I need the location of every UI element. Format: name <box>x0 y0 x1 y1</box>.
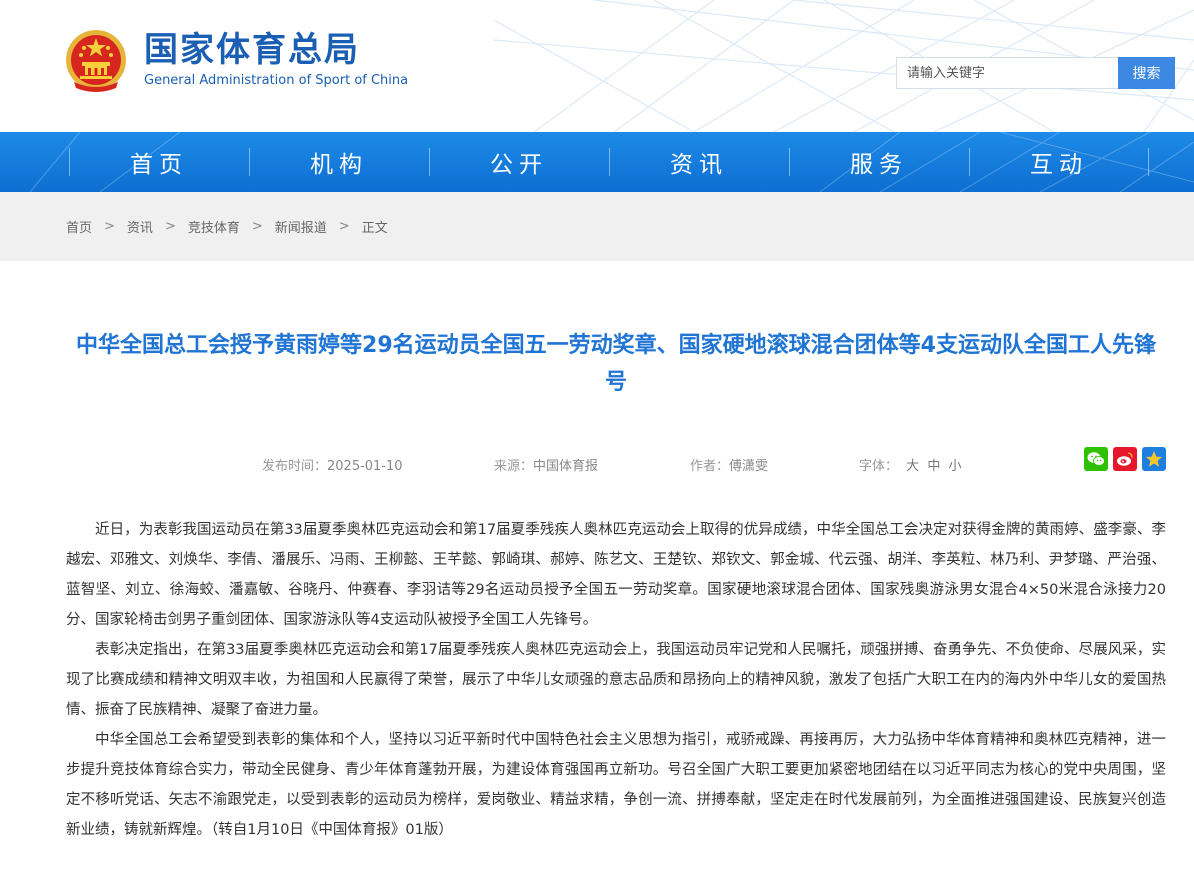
national-emblem-icon <box>66 30 126 92</box>
font-size-label: 字体： <box>859 459 899 474</box>
author-label: 作者： <box>690 459 730 474</box>
breadcrumb-home[interactable]: 首页 <box>66 217 92 236</box>
breadcrumb-separator: > <box>164 219 176 234</box>
nav-label: 资讯 <box>670 152 728 178</box>
share-buttons <box>1084 447 1166 471</box>
publish-date: 2025-01-10 <box>327 459 403 474</box>
breadcrumb-separator: > <box>251 219 263 234</box>
article-meta: 发布时间：2025-01-10 来源：中国体育报 作者：傅潇雯 字体： 大 中 … <box>66 443 1166 483</box>
breadcrumb-separator: > <box>104 219 115 234</box>
search-input[interactable] <box>896 57 1118 89</box>
author-name: 傅潇雯 <box>729 459 769 474</box>
breadcrumb-current: 正文 <box>361 221 388 236</box>
article-paragraph: 表彰决定指出，在第33届夏季奥林匹克运动会和第17届夏季残疾人奥林匹克运动会上，… <box>66 642 1166 718</box>
nav-label: 公开 <box>490 152 548 178</box>
nav-label: 机构 <box>310 152 368 178</box>
nav-label: 服务 <box>850 152 908 178</box>
search-bar: 搜索 <box>896 57 1175 89</box>
font-size-control: 字体： 大 中 小 <box>859 455 961 474</box>
article-paragraph: 中华全国总工会希望受到表彰的集体和个人，坚持以习近平新时代中国特色社会主义思想为… <box>66 732 1166 838</box>
weibo-icon[interactable] <box>1113 447 1137 471</box>
nav-item-organization[interactable]: 机构 <box>249 132 429 192</box>
author-info: 作者：傅潇雯 <box>690 455 768 474</box>
nav-item-interaction[interactable]: 互动 <box>969 132 1149 192</box>
publish-label: 发布时间： <box>262 459 328 474</box>
font-size-small[interactable]: 小 <box>948 459 961 474</box>
publish-info: 发布时间：2025-01-10 <box>262 455 403 474</box>
wechat-icon[interactable] <box>1084 447 1108 471</box>
nav-label: 首页 <box>130 152 188 178</box>
nav-item-public[interactable]: 公开 <box>429 132 609 192</box>
font-size-medium[interactable]: 中 <box>927 459 940 474</box>
site-title-en: General Administration of Sport of China <box>144 73 409 88</box>
breadcrumb-news-reports[interactable]: 新闻报道 <box>275 217 327 236</box>
favorite-star-icon[interactable] <box>1142 447 1166 471</box>
main-navigation: 首页 机构 公开 资讯 服务 互动 <box>0 132 1194 192</box>
breadcrumb-news[interactable]: 资讯 <box>127 217 153 236</box>
search-button[interactable]: 搜索 <box>1118 57 1175 89</box>
nav-item-news[interactable]: 资讯 <box>609 132 789 192</box>
article: 中华全国总工会授予黄雨婷等29名运动员全国五一劳动奖章、国家硬地滚球混合团体等4… <box>0 327 1194 845</box>
font-size-large[interactable]: 大 <box>906 459 919 474</box>
site-title-cn: 国家体育总局 <box>144 30 360 70</box>
breadcrumb: 首页 > 资讯 > 竞技体育 > 新闻报道 > 正文 <box>0 192 1194 261</box>
breadcrumb-competitive-sports[interactable]: 竞技体育 <box>188 217 240 236</box>
article-body: 近日，为表彰我国运动员在第33届夏季奥林匹克运动会和第17届夏季残疾人奥林匹克运… <box>66 515 1166 845</box>
article-title: 中华全国总工会授予黄雨婷等29名运动员全国五一劳动奖章、国家硬地滚球混合团体等4… <box>76 333 1156 395</box>
source-info: 来源：中国体育报 <box>494 455 598 474</box>
site-logo[interactable]: 国家体育总局 General Administration of Sport o… <box>64 26 408 92</box>
site-header: 国家体育总局 General Administration of Sport o… <box>0 0 1194 132</box>
source-name: 中国体育报 <box>533 459 599 474</box>
nav-item-home[interactable]: 首页 <box>69 132 249 192</box>
nav-item-services[interactable]: 服务 <box>789 132 969 192</box>
article-paragraph: 近日，为表彰我国运动员在第33届夏季奥林匹克运动会和第17届夏季残疾人奥林匹克运… <box>66 522 1166 628</box>
nav-label: 互动 <box>1030 152 1088 178</box>
breadcrumb-separator: > <box>338 219 350 234</box>
source-label: 来源： <box>494 459 534 474</box>
